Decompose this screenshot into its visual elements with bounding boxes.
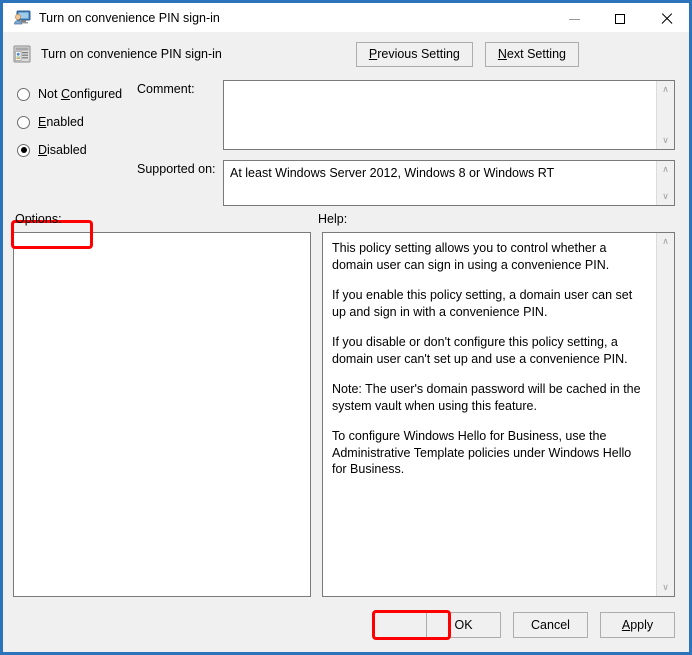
- dialog-footer: OK Cancel Apply: [3, 597, 689, 652]
- radio-enabled-indicator[interactable]: [17, 115, 30, 129]
- close-button[interactable]: [643, 3, 689, 35]
- next-setting-button[interactable]: Next Setting: [484, 41, 579, 67]
- group-policy-setting-dialog: Turn on convenience PIN sign-in Turn on …: [0, 0, 692, 655]
- help-paragraph: Note: The user's domain password will be…: [332, 382, 641, 413]
- next-accel: N: [497, 47, 507, 61]
- panel-labels: Options: Help:: [3, 206, 689, 232]
- supported-on-label: Supported on:: [137, 162, 216, 176]
- comment-scrollbar[interactable]: ∧ ∨: [656, 81, 674, 149]
- comment-box[interactable]: ∧ ∨: [223, 80, 675, 150]
- supported-on-scrollbar[interactable]: ∧ ∨: [656, 161, 674, 205]
- help-paragraph: If you disable or don't configure this p…: [332, 335, 628, 366]
- scroll-up-icon[interactable]: ∧: [657, 161, 674, 178]
- minimize-icon: [568, 18, 580, 20]
- maximize-button[interactable]: [597, 3, 643, 35]
- state-radio-group[interactable]: Not Configured Enabled Disabled: [17, 80, 137, 164]
- window-title: Turn on convenience PIN sign-in: [39, 10, 220, 25]
- help-paragraph: If you enable this policy setting, a dom…: [332, 288, 633, 319]
- radio-not-configured-label: Not Configured: [38, 87, 123, 101]
- supported-on-box[interactable]: At least Windows Server 2012, Windows 8 …: [223, 160, 675, 206]
- scroll-up-icon[interactable]: ∧: [657, 233, 674, 250]
- apply-button[interactable]: Apply: [600, 611, 675, 638]
- setting-title: Turn on convenience PIN sign-in: [41, 47, 222, 61]
- minimize-button[interactable]: [551, 3, 597, 35]
- apply-accel: A: [621, 617, 631, 632]
- help-scrollbar[interactable]: ∧ ∨: [656, 233, 674, 596]
- radio-disabled-indicator[interactable]: [17, 143, 30, 157]
- help-panel: This policy setting allows you to contro…: [322, 232, 675, 597]
- apply-label: pply: [630, 617, 654, 632]
- ok-button[interactable]: OK: [426, 611, 501, 638]
- next-setting-label: ext Setting: [506, 47, 566, 61]
- comment-label: Comment:: [137, 82, 195, 96]
- setting-state-section: Not Configured Enabled Disabled Comment:…: [3, 76, 689, 249]
- scroll-down-icon[interactable]: ∨: [657, 579, 674, 596]
- group-policy-setting-icon: [13, 45, 31, 63]
- options-panel[interactable]: [13, 232, 311, 597]
- title-bar[interactable]: Turn on convenience PIN sign-in: [3, 0, 689, 32]
- help-content: This policy setting allows you to contro…: [323, 233, 656, 596]
- help-label: Help:: [318, 212, 348, 226]
- scroll-up-icon[interactable]: ∧: [657, 81, 674, 98]
- options-content: [14, 233, 310, 596]
- radio-enabled[interactable]: Enabled: [17, 108, 137, 136]
- previous-setting-label: revious Setting: [377, 47, 460, 61]
- setting-nav-buttons: Previous Setting Next Setting: [355, 41, 579, 67]
- radio-enabled-label: Enabled: [38, 115, 84, 129]
- content-panels: This policy setting allows you to contro…: [3, 232, 689, 597]
- close-icon: [660, 13, 672, 25]
- scroll-down-icon[interactable]: ∨: [657, 188, 674, 205]
- previous-accel: P: [368, 47, 378, 61]
- previous-setting-button[interactable]: Previous Setting: [355, 41, 473, 67]
- comment-input[interactable]: [224, 81, 656, 149]
- supported-on-value: At least Windows Server 2012, Windows 8 …: [230, 166, 555, 180]
- policy-computer-user-icon: [13, 10, 31, 26]
- cancel-button[interactable]: Cancel: [513, 611, 588, 638]
- radio-disabled[interactable]: Disabled: [17, 136, 137, 164]
- radio-disabled-label: Disabled: [38, 143, 87, 157]
- setting-header: Turn on convenience PIN sign-in Previous…: [3, 32, 689, 76]
- help-paragraph: To configure Windows Hello for Business,…: [332, 429, 632, 476]
- radio-not-configured[interactable]: Not Configured: [17, 80, 137, 108]
- options-label: Options:: [15, 212, 62, 226]
- maximize-icon: [615, 14, 625, 24]
- window-controls: [551, 3, 689, 35]
- scroll-down-icon[interactable]: ∨: [657, 132, 674, 149]
- radio-not-configured-indicator[interactable]: [17, 87, 30, 101]
- help-paragraph: This policy setting allows you to contro…: [332, 241, 610, 272]
